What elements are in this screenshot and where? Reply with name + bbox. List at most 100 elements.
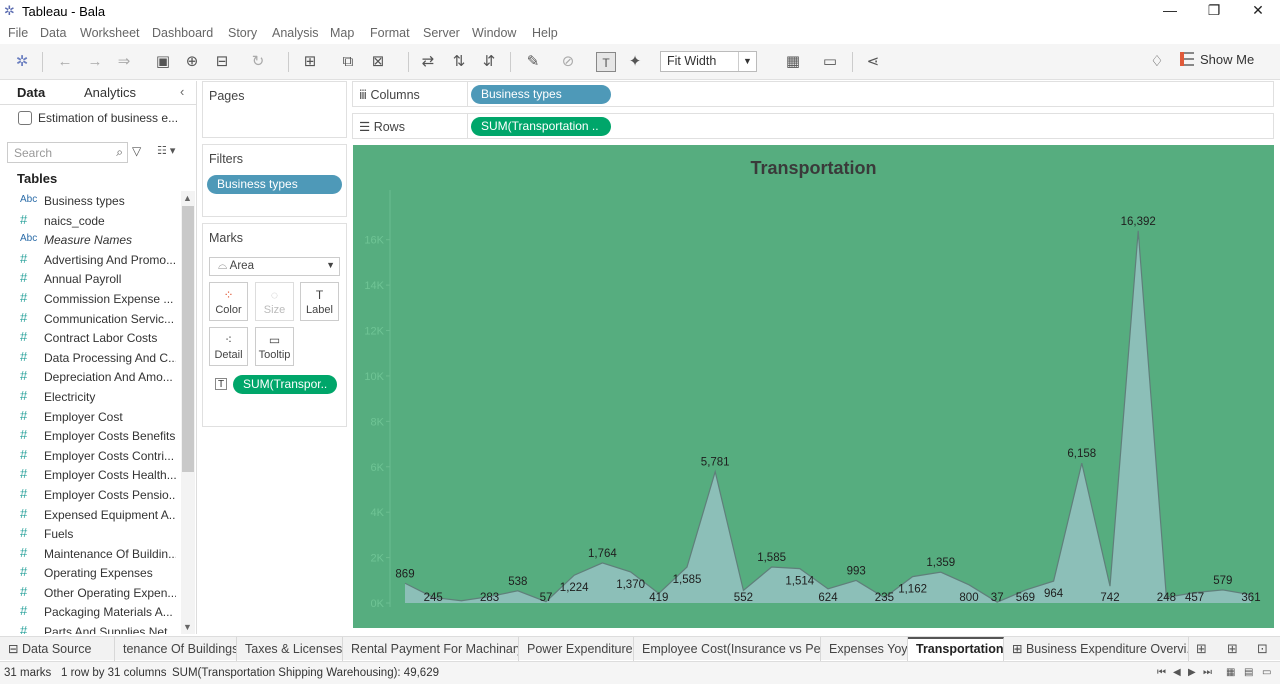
sort-descending-icon[interactable]: ⇵	[479, 52, 499, 72]
menu-help[interactable]: Help	[532, 26, 558, 40]
field-item[interactable]: # Operating Expenses	[0, 563, 180, 583]
tab-rental[interactable]: Rental Payment For Machinary	[343, 637, 519, 661]
replay-icon[interactable]: ⇒	[114, 52, 134, 72]
field-item[interactable]: # Data Processing And C...	[0, 348, 180, 368]
new-worksheet-tab-icon[interactable]: ⊞	[1196, 641, 1207, 657]
fix-axes-icon[interactable]: ✦	[625, 52, 645, 72]
new-datasource-icon[interactable]: ⊕	[182, 52, 202, 72]
share-icon[interactable]: ⋖	[863, 52, 883, 72]
tableau-home-icon[interactable]: ✲	[12, 52, 32, 72]
tab-business-expenditure[interactable]: ⊞ Business Expenditure Overvi...	[1004, 637, 1189, 661]
field-item[interactable]: # Contract Labor Costs	[0, 328, 180, 348]
scroll-up-icon[interactable]: ▲	[183, 193, 192, 203]
fit-width-select[interactable]: Fit Width ▼	[660, 51, 757, 72]
tabs-view-icon[interactable]: ▭	[1262, 667, 1271, 678]
field-item[interactable]: # Packaging Materials A...	[0, 602, 180, 622]
viz-area[interactable]: Transportation 0K 2K 4K 6K 8K 10K 12K 14K 16K 869…	[353, 145, 1274, 628]
view-options-icon[interactable]: ☷ ▾	[157, 144, 175, 157]
search-input[interactable]: Search ⌕	[7, 142, 128, 163]
field-item[interactable]: # Parts And Supplies Net	[0, 622, 180, 634]
pause-updates-icon[interactable]: ⊟	[212, 52, 232, 72]
prev-sheet-icon[interactable]: ◀	[1173, 667, 1181, 678]
field-item[interactable]: # Depreciation And Amo...	[0, 367, 180, 387]
menu-window[interactable]: Window	[472, 26, 516, 40]
tooltip-button[interactable]: ▭ Tooltip	[255, 327, 294, 366]
next-sheet-icon[interactable]: ▶	[1188, 667, 1196, 678]
clear-sheet-icon[interactable]: ⊠	[368, 52, 388, 72]
menu-map[interactable]: Map	[330, 26, 354, 40]
rows-pill[interactable]: SUM(Transportation ..	[471, 117, 611, 136]
new-dashboard-tab-icon[interactable]: ⊞	[1227, 641, 1238, 657]
tab-power[interactable]: Power Expenditure	[519, 637, 634, 661]
show-labels-icon[interactable]: T	[596, 52, 616, 72]
field-item[interactable]: # Employer Costs Contri...	[0, 446, 180, 466]
field-item[interactable]: # Fuels	[0, 524, 180, 544]
menu-worksheet[interactable]: Worksheet	[80, 26, 140, 40]
field-item[interactable]: # Advertising And Promo...	[0, 250, 180, 270]
area-chart[interactable]: 0K 2K 4K 6K 8K 10K 12K 14K 16K 869 245 283 538 57 1,22…	[353, 145, 1274, 628]
tab-employee-cost[interactable]: Employee Cost(Insurance vs Pe...	[634, 637, 821, 661]
tab-maintenance[interactable]: tenance Of Buildings	[115, 637, 237, 661]
field-item[interactable]: Abc Measure Names	[0, 230, 180, 250]
rows-shelf[interactable]: ☰ Rows SUM(Transportation ..	[352, 113, 1274, 139]
close-button[interactable]: ✕	[1238, 0, 1278, 22]
field-item[interactable]: # Communication Servic...	[0, 309, 180, 329]
last-sheet-icon[interactable]: ⏭	[1203, 667, 1212, 678]
field-item[interactable]: # Employer Cost	[0, 407, 180, 427]
highlight-icon[interactable]: ✎	[523, 52, 543, 72]
label-button[interactable]: T Label	[300, 282, 339, 321]
menu-file[interactable]: File	[8, 26, 28, 40]
show-cards-icon[interactable]: ▦	[783, 52, 803, 72]
field-item[interactable]: # Employer Costs Benefits	[0, 426, 180, 446]
menu-story[interactable]: Story	[228, 26, 257, 40]
field-item[interactable]: # Other Operating Expen...	[0, 583, 180, 603]
field-item[interactable]: # Maintenance Of Buildin...	[0, 544, 180, 564]
redo-icon[interactable]: →	[85, 52, 105, 72]
tab-analytics[interactable]: Analytics	[84, 85, 136, 100]
first-sheet-icon[interactable]: ⏮	[1157, 667, 1166, 678]
filters-card[interactable]: Filters Business types	[202, 144, 347, 217]
marks-field-pill[interactable]: SUM(Transpor..	[233, 375, 337, 394]
sheet-sorter-icon[interactable]: ▦	[1226, 667, 1235, 678]
scroll-down-icon[interactable]: ▼	[183, 622, 192, 632]
color-button[interactable]: ⁘ Color	[209, 282, 248, 321]
field-item[interactable]: # Employer Costs Pensio...	[0, 485, 180, 505]
menu-format[interactable]: Format	[370, 26, 410, 40]
field-item[interactable]: # Employer Costs Health...	[0, 465, 180, 485]
columns-pill[interactable]: Business types	[471, 85, 611, 104]
size-button[interactable]: ◌ Size	[255, 282, 294, 321]
presentation-mode-icon[interactable]: ▭	[820, 52, 840, 72]
columns-shelf[interactable]: ⅲ Columns Business types	[352, 81, 1274, 107]
refresh-icon[interactable]: ↻	[248, 52, 268, 72]
tab-expenses-yoy[interactable]: Expenses Yoy	[821, 637, 908, 661]
menu-data[interactable]: Data	[40, 26, 66, 40]
field-item[interactable]: Abc Business types	[0, 191, 180, 211]
menu-dashboard[interactable]: Dashboard	[152, 26, 213, 40]
filter-pill[interactable]: Business types	[207, 175, 342, 194]
mark-type-select[interactable]: ⌓ Area ▼	[209, 257, 340, 276]
show-me-button[interactable]: Show Me	[1180, 52, 1254, 67]
restore-button[interactable]: ❐	[1194, 0, 1234, 22]
field-item[interactable]: # Electricity	[0, 387, 180, 407]
sort-ascending-icon[interactable]: ⇅	[449, 52, 469, 72]
new-worksheet-icon[interactable]: ⊞	[300, 52, 320, 72]
new-story-tab-icon[interactable]: ⊡	[1257, 641, 1268, 657]
tab-data[interactable]: Data	[17, 85, 45, 100]
filmstrip-icon[interactable]: ▤	[1244, 667, 1253, 678]
swap-axes-icon[interactable]: ⇄	[418, 52, 438, 72]
group-members-icon[interactable]: ⊘	[558, 52, 578, 72]
menu-analysis[interactable]: Analysis	[272, 26, 319, 40]
field-item[interactable]: # Commission Expense ...	[0, 289, 180, 309]
duplicate-sheet-icon[interactable]: ⧉	[338, 52, 358, 72]
field-item[interactable]: # Annual Payroll	[0, 269, 180, 289]
scrollbar-thumb[interactable]	[182, 206, 194, 472]
minimize-button[interactable]: —	[1150, 0, 1190, 22]
field-item[interactable]: # Expensed Equipment A...	[0, 505, 180, 525]
save-icon[interactable]: ▣	[153, 52, 173, 72]
pages-card[interactable]: Pages	[202, 81, 347, 138]
datasource-item[interactable]: Estimation of business e...	[18, 111, 178, 125]
field-item[interactable]: # naics_code	[0, 211, 180, 231]
menu-server[interactable]: Server	[423, 26, 460, 40]
detail-button[interactable]: ⁖ Detail	[209, 327, 248, 366]
tab-data-source[interactable]: ⊟ Data Source	[0, 637, 115, 661]
